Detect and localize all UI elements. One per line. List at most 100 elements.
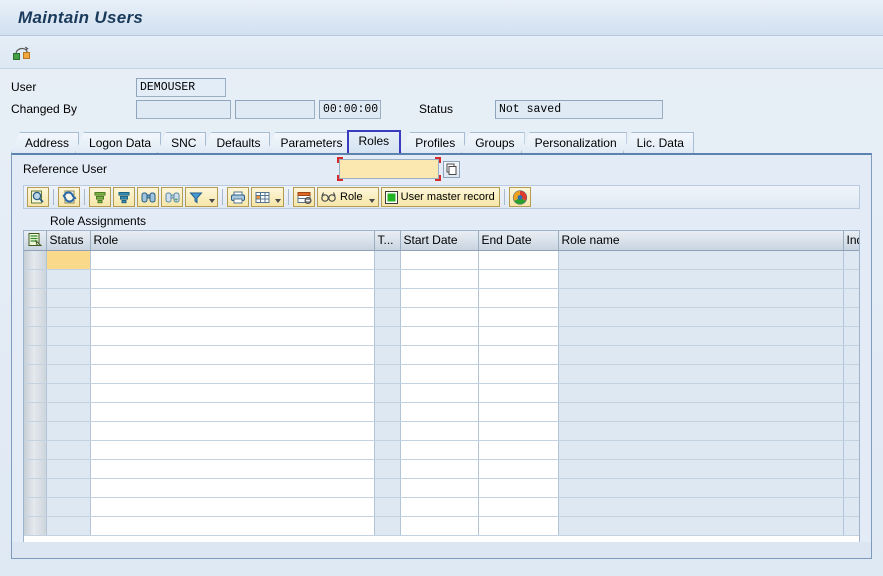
cell-role_name[interactable] — [558, 459, 844, 479]
cell-role[interactable] — [90, 516, 375, 536]
cell-start_date[interactable] — [400, 459, 479, 479]
cell-sel[interactable] — [24, 459, 47, 479]
cell-sel[interactable] — [24, 383, 47, 403]
changed-time-field[interactable]: 00:00:00 — [319, 99, 381, 119]
cell-indicator[interactable] — [843, 421, 859, 441]
cell-status[interactable] — [46, 383, 91, 403]
cell-status[interactable] — [46, 497, 91, 517]
table-row[interactable] — [24, 516, 859, 536]
cell-sel[interactable] — [24, 364, 47, 384]
cell-indicator[interactable] — [843, 478, 859, 498]
role-button[interactable]: Role — [317, 187, 368, 207]
cell-type[interactable] — [374, 478, 401, 498]
cell-start_date[interactable] — [400, 250, 479, 270]
cell-sel[interactable] — [24, 402, 47, 422]
tab-defaults[interactable]: Defaults — [202, 132, 271, 153]
table-row[interactable] — [24, 364, 859, 384]
cell-start_date[interactable] — [400, 269, 479, 289]
cell-indicator[interactable] — [843, 326, 859, 346]
display-change-icon[interactable] — [27, 187, 49, 207]
cell-status[interactable] — [46, 326, 91, 346]
cell-type[interactable] — [374, 402, 401, 422]
role-assignments-table[interactable]: Status Role T... Start Date End Date Rol… — [23, 230, 860, 550]
cell-role_name[interactable] — [558, 516, 844, 536]
table-row[interactable] — [24, 497, 859, 517]
cell-role_name[interactable] — [558, 440, 844, 460]
cell-end_date[interactable] — [478, 345, 559, 365]
cell-type[interactable] — [374, 345, 401, 365]
layout-dropdown-arrow-icon[interactable] — [272, 187, 284, 207]
binoculars-plus-icon[interactable]: + — [161, 187, 183, 207]
cell-role_name[interactable] — [558, 402, 844, 422]
cell-end_date[interactable] — [478, 478, 559, 498]
cell-indicator[interactable] — [843, 497, 859, 517]
cell-role[interactable] — [90, 269, 375, 289]
cell-status[interactable] — [46, 421, 91, 441]
cell-end_date[interactable] — [478, 288, 559, 308]
filter-icon[interactable] — [185, 187, 207, 207]
tab-parameters[interactable]: Parameters — [266, 132, 353, 153]
cell-type[interactable] — [374, 440, 401, 460]
changed-on-field[interactable] — [235, 99, 315, 119]
cell-start_date[interactable] — [400, 421, 479, 441]
cell-status[interactable] — [46, 288, 91, 308]
cell-start_date[interactable] — [400, 326, 479, 346]
cell-end_date[interactable] — [478, 516, 559, 536]
cell-end_date[interactable] — [478, 307, 559, 327]
select-all-column-header[interactable] — [24, 231, 47, 251]
cell-type[interactable] — [374, 383, 401, 403]
cell-indicator[interactable] — [843, 307, 859, 327]
cell-sel[interactable] — [24, 421, 47, 441]
cell-type[interactable] — [374, 459, 401, 479]
user-master-record-button[interactable]: User master record — [380, 187, 500, 207]
cell-indicator[interactable] — [843, 459, 859, 479]
reference-user-input[interactable] — [339, 159, 439, 179]
cell-start_date[interactable] — [400, 383, 479, 403]
cell-role_name[interactable] — [558, 250, 844, 270]
cell-role_name[interactable] — [558, 345, 844, 365]
cell-indicator[interactable] — [843, 383, 859, 403]
cell-indicator[interactable] — [843, 364, 859, 384]
cell-sel[interactable] — [24, 345, 47, 365]
cell-type[interactable] — [374, 421, 401, 441]
column-header-role[interactable]: Role — [90, 231, 375, 251]
tab-profiles[interactable]: Profiles — [401, 132, 466, 153]
cell-indicator[interactable] — [843, 250, 859, 270]
cell-role[interactable] — [90, 478, 375, 498]
cell-indicator[interactable] — [843, 288, 859, 308]
cell-role[interactable] — [90, 364, 375, 384]
cell-role_name[interactable] — [558, 269, 844, 289]
cell-status[interactable] — [46, 364, 91, 384]
cell-role_name[interactable] — [558, 497, 844, 517]
cell-type[interactable] — [374, 288, 401, 308]
cell-status[interactable] — [46, 440, 91, 460]
cell-start_date[interactable] — [400, 497, 479, 517]
cell-end_date[interactable] — [478, 364, 559, 384]
cell-type[interactable] — [374, 250, 401, 270]
table-row[interactable] — [24, 459, 859, 479]
cell-end_date[interactable] — [478, 250, 559, 270]
table-row[interactable] — [24, 440, 859, 460]
column-header-indicator[interactable]: Indi — [843, 231, 859, 251]
table-row[interactable] — [24, 478, 859, 498]
cell-type[interactable] — [374, 516, 401, 536]
cell-role_name[interactable] — [558, 307, 844, 327]
cell-role[interactable] — [90, 402, 375, 422]
delete-row-icon[interactable] — [293, 187, 315, 207]
cell-end_date[interactable] — [478, 440, 559, 460]
cell-status[interactable] — [46, 402, 91, 422]
cell-indicator[interactable] — [843, 402, 859, 422]
cell-sel[interactable] — [24, 440, 47, 460]
cell-role_name[interactable] — [558, 288, 844, 308]
cell-role[interactable] — [90, 345, 375, 365]
color-wheel-icon[interactable] — [508, 187, 531, 207]
user-field[interactable]: DEMOUSER — [136, 77, 226, 97]
table-row[interactable] — [24, 326, 859, 346]
sort-asc-icon[interactable] — [89, 187, 111, 207]
cell-role_name[interactable] — [558, 326, 844, 346]
cell-role_name[interactable] — [558, 421, 844, 441]
table-row[interactable] — [24, 345, 859, 365]
cell-start_date[interactable] — [400, 478, 479, 498]
cell-start_date[interactable] — [400, 307, 479, 327]
tab-groups[interactable]: Groups — [461, 132, 525, 153]
